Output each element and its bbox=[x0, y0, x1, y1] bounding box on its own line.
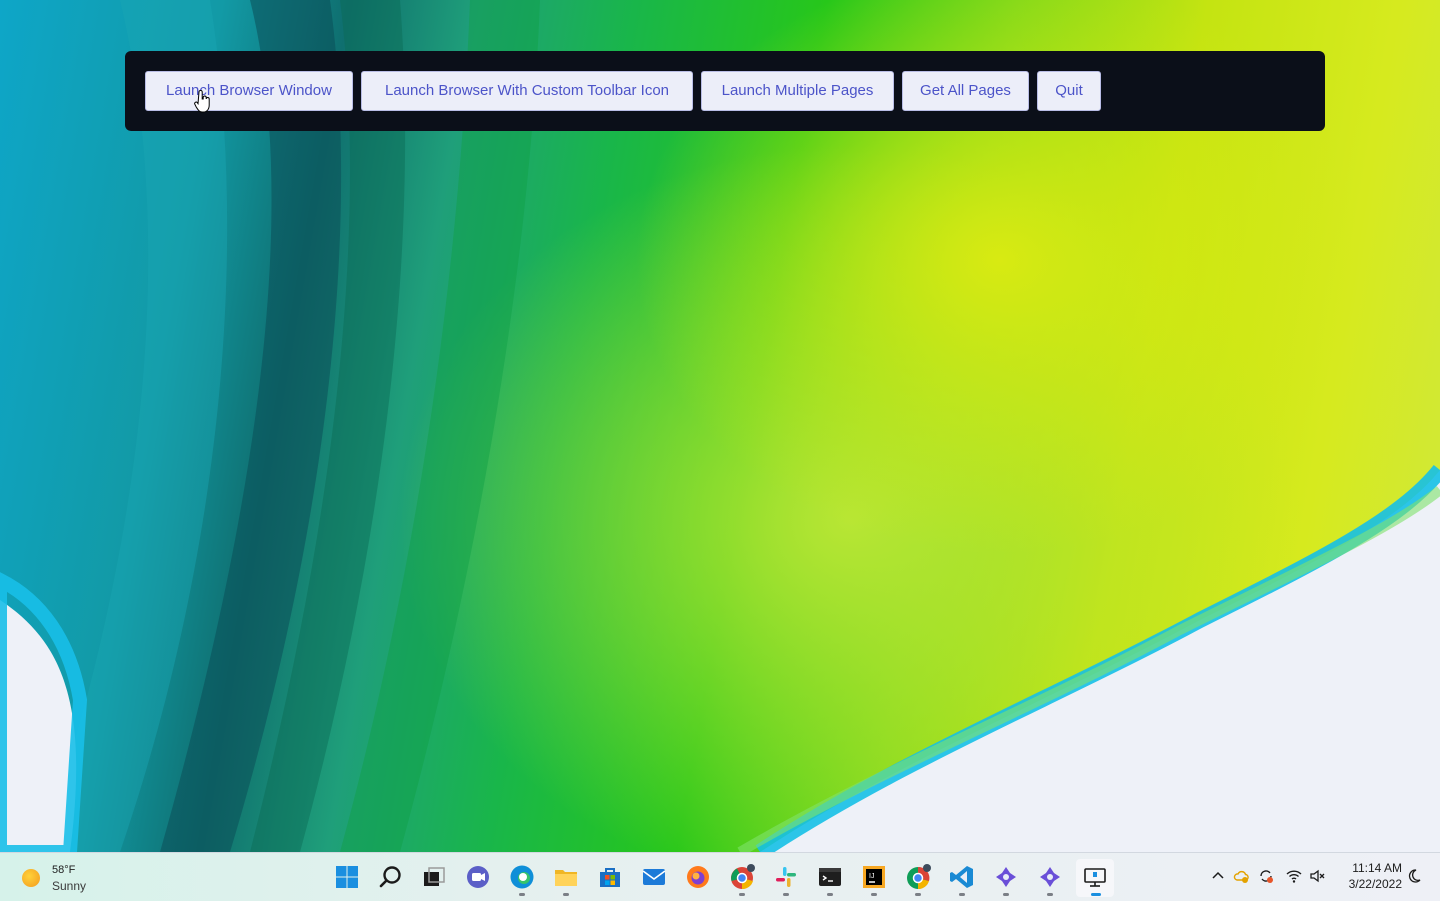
running-indicator bbox=[783, 893, 789, 896]
slack-icon[interactable] bbox=[772, 863, 800, 891]
svg-text:IJ: IJ bbox=[869, 873, 874, 880]
running-indicator bbox=[1003, 893, 1009, 896]
get-all-pages-button[interactable]: Get All Pages bbox=[902, 71, 1029, 111]
volume-muted-icon[interactable] bbox=[1309, 867, 1327, 885]
app-icon[interactable] bbox=[992, 863, 1020, 891]
quit-button[interactable]: Quit bbox=[1037, 71, 1101, 111]
chrome-icon[interactable] bbox=[728, 863, 756, 891]
running-indicator bbox=[519, 893, 525, 896]
cloud-icon[interactable] bbox=[1233, 867, 1251, 885]
clock-date: 3/22/2022 bbox=[1348, 877, 1402, 891]
start-icon[interactable] bbox=[333, 863, 361, 891]
chevron-up-icon[interactable] bbox=[1209, 867, 1227, 885]
hand-cursor-icon bbox=[194, 90, 210, 113]
mail-icon[interactable] bbox=[640, 863, 668, 891]
firefox-icon[interactable] bbox=[684, 863, 712, 891]
running-indicator bbox=[739, 893, 745, 896]
sync-icon[interactable] bbox=[1257, 867, 1275, 885]
edge-icon[interactable] bbox=[508, 863, 536, 891]
running-indicator bbox=[563, 893, 569, 896]
chrome-profile-icon[interactable] bbox=[904, 863, 932, 891]
running-indicator bbox=[871, 893, 877, 896]
weather-temperature: 58°F bbox=[52, 864, 76, 876]
launch-browser-window-button[interactable]: Launch Browser Window bbox=[145, 71, 353, 111]
moon-icon[interactable] bbox=[1405, 867, 1423, 885]
file-explorer-icon[interactable] bbox=[552, 863, 580, 891]
system-clock[interactable]: 11:14 AM 3/22/2022 bbox=[1336, 860, 1402, 892]
store-icon[interactable] bbox=[596, 863, 624, 891]
taskbar: 58°F Sunny IJ 11:14 AM 3/22/2022 bbox=[0, 852, 1440, 901]
running-indicator bbox=[827, 893, 833, 896]
active-indicator bbox=[1091, 893, 1101, 896]
vscode-icon[interactable] bbox=[948, 863, 976, 891]
running-indicator bbox=[915, 893, 921, 896]
wifi-icon[interactable] bbox=[1285, 867, 1303, 885]
demo-toolbar: Launch Browser Window Launch Browser Wit… bbox=[125, 51, 1325, 131]
search-icon[interactable] bbox=[377, 863, 405, 891]
teams-chat-icon[interactable] bbox=[464, 863, 492, 891]
weather-condition: Sunny bbox=[52, 879, 87, 893]
weather-widget[interactable]: 58°F Sunny bbox=[22, 863, 112, 893]
running-indicator bbox=[1047, 893, 1053, 896]
terminal-icon[interactable] bbox=[816, 863, 844, 891]
running-indicator bbox=[959, 893, 965, 896]
clock-time: 11:14 AM bbox=[1352, 861, 1402, 875]
launch-multiple-pages-button[interactable]: Launch Multiple Pages bbox=[701, 71, 894, 111]
remote-desktop-icon[interactable] bbox=[1081, 863, 1109, 891]
launch-browser-custom-toolbar-icon-button[interactable]: Launch Browser With Custom Toolbar Icon bbox=[361, 71, 693, 111]
jetbrains-icon[interactable]: IJ bbox=[860, 863, 888, 891]
sun-icon bbox=[22, 869, 40, 887]
task-view-icon[interactable] bbox=[420, 863, 448, 891]
app-icon[interactable] bbox=[1036, 863, 1064, 891]
